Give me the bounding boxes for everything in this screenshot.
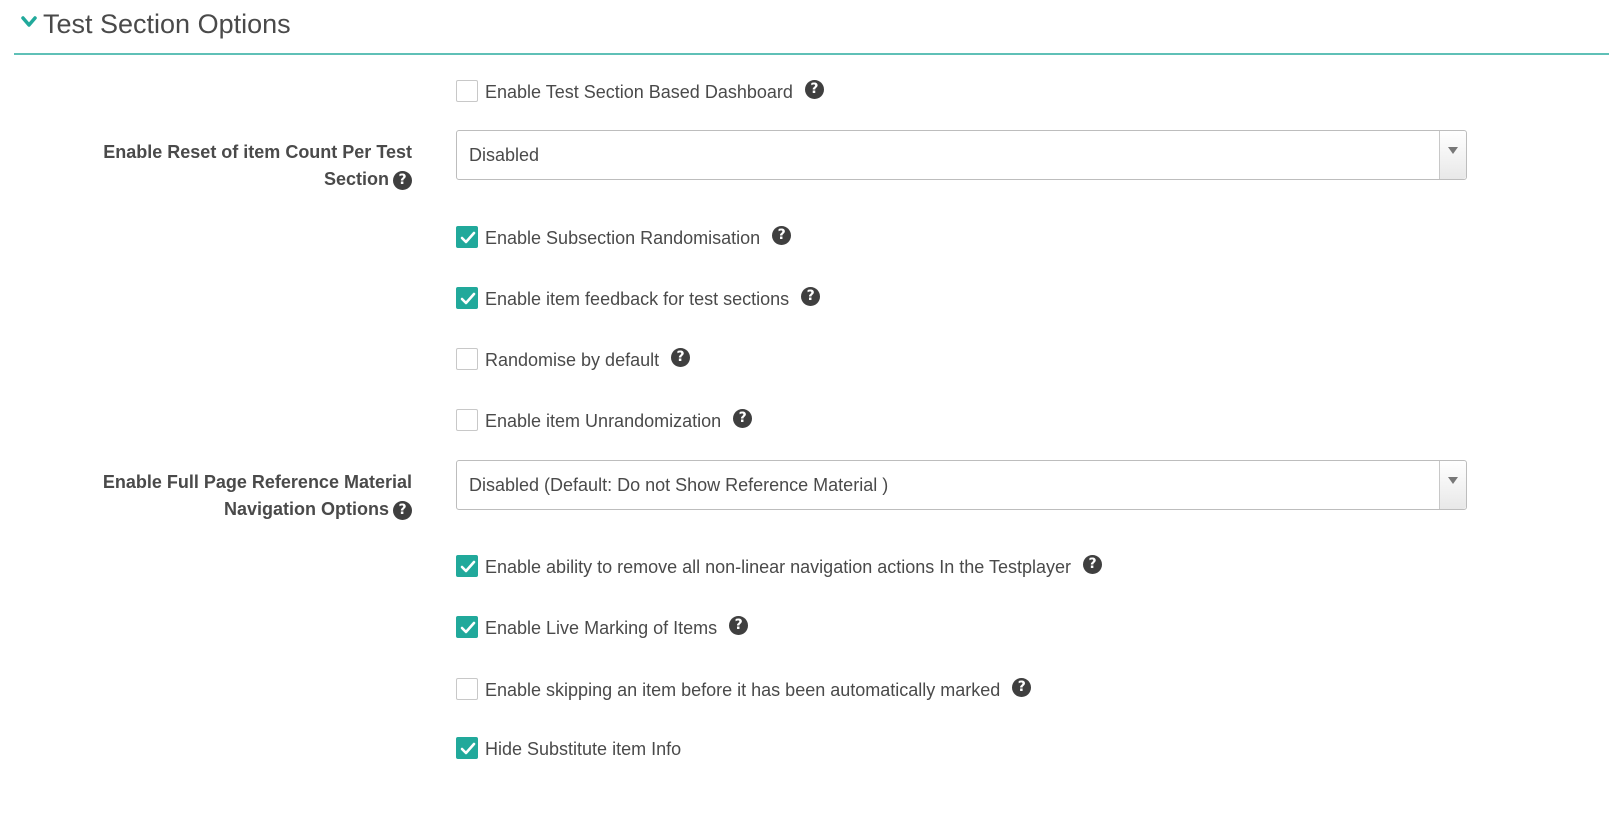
item-feedback-checkbox[interactable] bbox=[456, 287, 478, 309]
help-icon[interactable]: ? bbox=[393, 501, 412, 520]
section-header[interactable]: Test Section Options bbox=[14, 0, 1609, 55]
check-icon bbox=[460, 742, 476, 755]
section-title: Test Section Options bbox=[43, 9, 291, 39]
randomise-default-checkbox[interactable] bbox=[456, 348, 478, 370]
live-marking-label: Enable Live Marking of Items bbox=[485, 618, 718, 638]
help-icon[interactable]: ? bbox=[772, 226, 792, 245]
reset-item-count-label-line2: Section bbox=[323, 169, 389, 189]
item-unrandomization-label: Enable item Unrandomization bbox=[485, 411, 722, 431]
help-icon[interactable]: ? bbox=[804, 80, 824, 99]
reset-item-count-select[interactable]: Disabled bbox=[456, 130, 1467, 180]
subsection-randomisation-checkbox[interactable] bbox=[456, 226, 478, 248]
reference-material-nav-label-line2: Navigation Options bbox=[223, 499, 389, 519]
reference-material-nav-select[interactable]: Disabled (Default: Do not Show Reference… bbox=[456, 460, 1467, 510]
reset-item-count-value: Disabled bbox=[469, 145, 540, 165]
skip-before-marked-checkbox[interactable] bbox=[456, 678, 478, 700]
reset-item-count-label: Enable Reset of item Count Per Test Sect… bbox=[82, 139, 412, 193]
help-icon[interactable]: ? bbox=[393, 171, 412, 190]
item-feedback-label: Enable item feedback for test sections bbox=[485, 289, 790, 309]
dropdown-arrow-icon[interactable] bbox=[1439, 131, 1466, 179]
live-marking-checkbox[interactable] bbox=[456, 616, 478, 638]
check-icon bbox=[460, 292, 476, 305]
dropdown-arrow-icon[interactable] bbox=[1439, 461, 1466, 509]
dashboard-checkbox[interactable] bbox=[456, 80, 478, 102]
hide-substitute-info-checkbox[interactable] bbox=[456, 737, 478, 759]
help-icon[interactable]: ? bbox=[801, 287, 821, 306]
help-icon[interactable]: ? bbox=[1012, 678, 1032, 697]
help-icon[interactable]: ? bbox=[1083, 555, 1103, 574]
reference-material-nav-label-line1: Enable Full Page Reference Material bbox=[102, 472, 412, 492]
help-icon[interactable]: ? bbox=[671, 348, 691, 367]
check-icon bbox=[460, 231, 476, 244]
check-icon bbox=[460, 621, 476, 634]
reference-material-nav-label: Enable Full Page Reference Material Navi… bbox=[82, 469, 412, 523]
reference-material-nav-value: Disabled (Default: Do not Show Reference… bbox=[469, 475, 889, 495]
item-unrandomization-checkbox[interactable] bbox=[456, 409, 478, 431]
skip-before-marked-label: Enable skipping an item before it has be… bbox=[485, 680, 1001, 700]
subsection-randomisation-label: Enable Subsection Randomisation bbox=[485, 228, 761, 248]
hide-substitute-info-label: Hide Substitute item Info bbox=[485, 739, 682, 759]
check-icon bbox=[460, 560, 476, 573]
help-icon[interactable]: ? bbox=[729, 616, 749, 635]
chevron-down-icon bbox=[21, 16, 37, 27]
randomise-default-label: Randomise by default bbox=[485, 350, 660, 370]
reset-item-count-label-line1: Enable Reset of item Count Per Test bbox=[103, 142, 412, 162]
remove-nonlinear-nav-label: Enable ability to remove all non-linear … bbox=[485, 557, 1072, 577]
dashboard-label: Enable Test Section Based Dashboard bbox=[485, 82, 793, 102]
remove-nonlinear-nav-checkbox[interactable] bbox=[456, 555, 478, 577]
help-icon[interactable]: ? bbox=[733, 409, 753, 428]
